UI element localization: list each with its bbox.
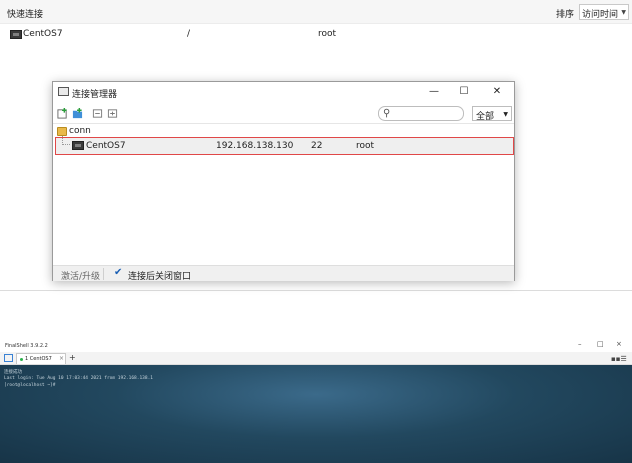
quick-row-user: root [318, 29, 337, 39]
close-button[interactable]: ✕ [488, 85, 506, 99]
quick-connect-title: 快速连接 [7, 10, 44, 20]
minimize-button[interactable]: — [425, 85, 443, 99]
sort-select[interactable]: 访问时间 ▼ [579, 4, 629, 20]
minimize-button[interactable]: – [578, 340, 582, 348]
server-icon [10, 30, 22, 39]
status-dot-icon [20, 358, 23, 361]
finalshell-tabbar: 1 CentOS7 × + ▪▪☰ [0, 352, 632, 365]
sort-value: 访问时间 [582, 10, 619, 20]
chevron-down-icon: ▼ [621, 9, 626, 16]
close-icon[interactable]: × [59, 355, 64, 362]
layout-icon[interactable]: ▪▪☰ [611, 355, 627, 363]
folder-icon [57, 127, 67, 136]
tree-connection-row[interactable]: CentOS7 192.168.138.130 22 root [55, 136, 514, 155]
connection-name: CentOS7 [86, 141, 126, 151]
terminal-line: [root@localhost ~]# [4, 383, 56, 388]
checkmark-icon[interactable]: ✔ [114, 267, 122, 278]
connection-port: 22 [311, 141, 323, 151]
app-icon [58, 87, 69, 96]
close-after-connect-label[interactable]: 连接后关闭窗口 [128, 269, 191, 282]
terminal-area[interactable]: 连接成功 Last login: Tue Aug 10 17:03:44 202… [0, 365, 632, 463]
activate-link[interactable]: 激活/升级 [61, 269, 100, 282]
chevron-down-icon: ▼ [503, 111, 508, 118]
search-icon: ⚲ [383, 108, 391, 119]
tab-centos7[interactable]: 1 CentOS7 × [16, 353, 66, 364]
connection-manager-dialog: 连接管理器 — ☐ ✕ ⚲ 全部 ▼ conn CentOS7 192.168.… [52, 81, 515, 282]
connection-host: 192.168.138.130 [216, 141, 294, 151]
search-input[interactable]: ⚲ [378, 106, 464, 121]
finalshell-titlebar[interactable]: FinalShell 3.9.2.2 – □ × [0, 340, 632, 352]
quick-row-path: / [187, 29, 191, 39]
server-icon [72, 141, 84, 150]
add-tab-button[interactable]: + [69, 353, 76, 362]
new-connection-icon[interactable] [57, 108, 68, 119]
quick-connect-row[interactable]: CentOS7 / root [0, 27, 632, 43]
scope-select[interactable]: 全部 ▼ [472, 106, 512, 122]
dialog-titlebar[interactable]: 连接管理器 — ☐ ✕ [53, 82, 514, 103]
close-button[interactable]: × [616, 340, 622, 348]
maximize-button[interactable]: ☐ [455, 85, 473, 99]
tab-label: 1 CentOS7 [25, 356, 52, 362]
dialog-footer: 激活/升级 ✔ 连接后关闭窗口 [53, 265, 514, 282]
maximize-button[interactable]: □ [597, 340, 604, 348]
expand-all-icon[interactable] [107, 108, 118, 119]
folder-label: conn [69, 126, 91, 136]
finalshell-title: FinalShell 3.9.2.2 [5, 343, 48, 349]
terminal-line: Last login: Tue Aug 10 17:03:44 2021 fro… [4, 376, 154, 381]
sort-label: 排序 [556, 10, 575, 20]
tree-connector [62, 136, 70, 145]
connection-user: root [356, 141, 375, 151]
quick-row-name: CentOS7 [23, 29, 63, 39]
terminal-line: 连接成功 [4, 370, 22, 375]
collapse-all-icon[interactable] [92, 108, 103, 119]
scope-value: 全部 [476, 112, 495, 122]
panel-divider [0, 290, 632, 291]
footer-divider [103, 268, 104, 280]
new-folder-icon[interactable] [72, 108, 83, 119]
dialog-title: 连接管理器 [72, 90, 118, 100]
dialog-toolbar: ⚲ 全部 ▼ [53, 104, 514, 124]
connection-tree: conn CentOS7 192.168.138.130 22 root [53, 124, 514, 265]
folder-icon[interactable] [4, 354, 13, 362]
quick-connect-header: 快速连接 排序 访问时间 ▼ [0, 0, 632, 24]
